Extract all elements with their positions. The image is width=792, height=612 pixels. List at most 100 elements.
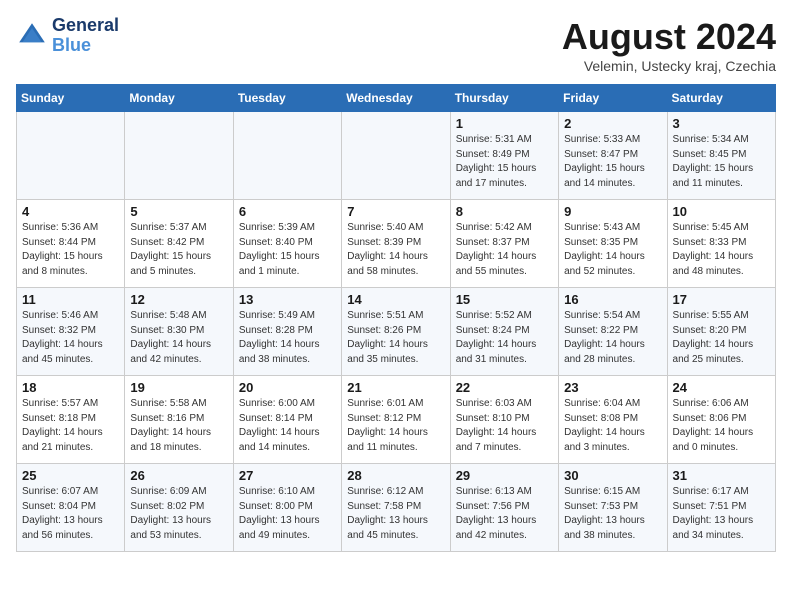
calendar-cell (342, 112, 450, 200)
day-number: 4 (22, 204, 119, 219)
day-info: Sunrise: 6:04 AMSunset: 8:08 PMDaylight:… (564, 397, 661, 455)
day-number: 29 (456, 468, 553, 483)
weekday-header: Tuesday (233, 85, 341, 112)
month-year: August 2024 (562, 16, 776, 58)
day-number: 24 (673, 380, 770, 395)
calendar-cell: 2 Sunrise: 5:33 AMSunset: 8:47 PMDaylight… (559, 112, 667, 200)
day-number: 16 (564, 292, 661, 307)
day-number: 5 (130, 204, 227, 219)
calendar-week-row: 1 Sunrise: 5:31 AMSunset: 8:49 PMDaylight… (17, 112, 776, 200)
day-info: Sunrise: 5:45 AMSunset: 8:33 PMDaylight:… (673, 221, 770, 279)
day-number: 2 (564, 116, 661, 131)
day-number: 21 (347, 380, 444, 395)
calendar-cell: 22 Sunrise: 6:03 AMSunset: 8:10 PMDayligh… (450, 376, 558, 464)
calendar-week-row: 11 Sunrise: 5:46 AMSunset: 8:32 PMDayligh… (17, 288, 776, 376)
calendar-cell: 1 Sunrise: 5:31 AMSunset: 8:49 PMDaylight… (450, 112, 558, 200)
day-info: Sunrise: 6:17 AMSunset: 7:51 PMDaylight:… (673, 485, 770, 543)
day-info: Sunrise: 5:57 AMSunset: 8:18 PMDaylight:… (22, 397, 119, 455)
calendar-table: SundayMondayTuesdayWednesdayThursdayFrid… (16, 84, 776, 552)
location: Velemin, Ustecky kraj, Czechia (562, 58, 776, 74)
calendar-cell: 29 Sunrise: 6:13 AMSunset: 7:56 PMDayligh… (450, 464, 558, 552)
day-info: Sunrise: 5:31 AMSunset: 8:49 PMDaylight:… (456, 133, 553, 191)
day-number: 15 (456, 292, 553, 307)
calendar-cell (233, 112, 341, 200)
day-info: Sunrise: 5:48 AMSunset: 8:30 PMDaylight:… (130, 309, 227, 367)
calendar-cell: 13Sunrise: 5:49 AMSunset: 8:28 PMDayligh… (233, 288, 341, 376)
day-number: 31 (673, 468, 770, 483)
day-number: 30 (564, 468, 661, 483)
calendar-cell: 28 Sunrise: 6:12 AMSunset: 7:58 PMDayligh… (342, 464, 450, 552)
day-number: 17 (673, 292, 770, 307)
calendar-cell: 19Sunrise: 5:58 AMSunset: 8:16 PMDayligh… (125, 376, 233, 464)
calendar-cell: 4 Sunrise: 5:36 AMSunset: 8:44 PMDaylight… (17, 200, 125, 288)
day-number: 10 (673, 204, 770, 219)
day-info: Sunrise: 5:51 AMSunset: 8:26 PMDaylight:… (347, 309, 444, 367)
calendar-cell: 25 Sunrise: 6:07 AMSunset: 8:04 PMDayligh… (17, 464, 125, 552)
day-info: Sunrise: 6:01 AMSunset: 8:12 PMDaylight:… (347, 397, 444, 455)
day-info: Sunrise: 5:52 AMSunset: 8:24 PMDaylight:… (456, 309, 553, 367)
calendar-week-row: 4 Sunrise: 5:36 AMSunset: 8:44 PMDaylight… (17, 200, 776, 288)
calendar-cell: 11 Sunrise: 5:46 AMSunset: 8:32 PMDayligh… (17, 288, 125, 376)
day-number: 18 (22, 380, 119, 395)
weekday-header: Monday (125, 85, 233, 112)
day-number: 27 (239, 468, 336, 483)
day-info: Sunrise: 5:36 AMSunset: 8:44 PMDaylight:… (22, 221, 119, 279)
day-info: Sunrise: 5:58 AMSunset: 8:16 PMDaylight:… (130, 397, 227, 455)
calendar-cell: 12 Sunrise: 5:48 AMSunset: 8:30 PMDayligh… (125, 288, 233, 376)
calendar-cell: 23 Sunrise: 6:04 AMSunset: 8:08 PMDayligh… (559, 376, 667, 464)
calendar-cell: 6Sunrise: 5:39 AMSunset: 8:40 PMDaylight… (233, 200, 341, 288)
day-info: Sunrise: 6:13 AMSunset: 7:56 PMDaylight:… (456, 485, 553, 543)
calendar-cell (125, 112, 233, 200)
day-number: 3 (673, 116, 770, 131)
weekday-header: Wednesday (342, 85, 450, 112)
day-info: Sunrise: 6:09 AMSunset: 8:02 PMDaylight:… (130, 485, 227, 543)
day-info: Sunrise: 5:54 AMSunset: 8:22 PMDaylight:… (564, 309, 661, 367)
calendar-week-row: 18 Sunrise: 5:57 AMSunset: 8:18 PMDayligh… (17, 376, 776, 464)
day-info: Sunrise: 6:07 AMSunset: 8:04 PMDaylight:… (22, 485, 119, 543)
day-info: Sunrise: 6:15 AMSunset: 7:53 PMDaylight:… (564, 485, 661, 543)
calendar-header-row: SundayMondayTuesdayWednesdayThursdayFrid… (17, 85, 776, 112)
day-info: Sunrise: 5:43 AMSunset: 8:35 PMDaylight:… (564, 221, 661, 279)
calendar-cell: 30 Sunrise: 6:15 AMSunset: 7:53 PMDayligh… (559, 464, 667, 552)
day-info: Sunrise: 6:00 AMSunset: 8:14 PMDaylight:… (239, 397, 336, 455)
day-number: 11 (22, 292, 119, 307)
day-number: 22 (456, 380, 553, 395)
calendar-cell: 27 Sunrise: 6:10 AMSunset: 8:00 PMDayligh… (233, 464, 341, 552)
calendar-cell: 9Sunrise: 5:43 AMSunset: 8:35 PMDaylight… (559, 200, 667, 288)
day-number: 1 (456, 116, 553, 131)
day-info: Sunrise: 5:49 AMSunset: 8:28 PMDaylight:… (239, 309, 336, 367)
page-header: General Blue August 2024 Velemin, Usteck… (16, 16, 776, 74)
calendar-cell: 10 Sunrise: 5:45 AMSunset: 8:33 PMDayligh… (667, 200, 775, 288)
calendar-cell: 21 Sunrise: 6:01 AMSunset: 8:12 PMDayligh… (342, 376, 450, 464)
day-info: Sunrise: 6:12 AMSunset: 7:58 PMDaylight:… (347, 485, 444, 543)
calendar-cell: 3Sunrise: 5:34 AMSunset: 8:45 PMDaylight… (667, 112, 775, 200)
weekday-header: Thursday (450, 85, 558, 112)
calendar-cell: 17 Sunrise: 5:55 AMSunset: 8:20 PMDayligh… (667, 288, 775, 376)
day-info: Sunrise: 5:55 AMSunset: 8:20 PMDaylight:… (673, 309, 770, 367)
day-number: 23 (564, 380, 661, 395)
calendar-cell: 15 Sunrise: 5:52 AMSunset: 8:24 PMDayligh… (450, 288, 558, 376)
day-number: 14 (347, 292, 444, 307)
day-number: 25 (22, 468, 119, 483)
day-number: 28 (347, 468, 444, 483)
day-number: 12 (130, 292, 227, 307)
day-info: Sunrise: 5:46 AMSunset: 8:32 PMDaylight:… (22, 309, 119, 367)
day-info: Sunrise: 5:33 AMSunset: 8:47 PMDaylight:… (564, 133, 661, 191)
weekday-header: Sunday (17, 85, 125, 112)
calendar-cell: 18 Sunrise: 5:57 AMSunset: 8:18 PMDayligh… (17, 376, 125, 464)
weekday-header: Saturday (667, 85, 775, 112)
day-info: Sunrise: 6:03 AMSunset: 8:10 PMDaylight:… (456, 397, 553, 455)
calendar-cell: 24Sunrise: 6:06 AMSunset: 8:06 PMDayligh… (667, 376, 775, 464)
logo: General Blue (16, 16, 119, 56)
day-info: Sunrise: 6:10 AMSunset: 8:00 PMDaylight:… (239, 485, 336, 543)
calendar-cell: 16 Sunrise: 5:54 AMSunset: 8:22 PMDayligh… (559, 288, 667, 376)
day-number: 7 (347, 204, 444, 219)
day-info: Sunrise: 5:42 AMSunset: 8:37 PMDaylight:… (456, 221, 553, 279)
calendar-cell: 8 Sunrise: 5:42 AMSunset: 8:37 PMDaylight… (450, 200, 558, 288)
logo-text: General Blue (52, 16, 119, 56)
calendar-cell: 26Sunrise: 6:09 AMSunset: 8:02 PMDayligh… (125, 464, 233, 552)
day-info: Sunrise: 5:40 AMSunset: 8:39 PMDaylight:… (347, 221, 444, 279)
calendar-cell: 14 Sunrise: 5:51 AMSunset: 8:26 PMDayligh… (342, 288, 450, 376)
day-number: 8 (456, 204, 553, 219)
calendar-cell: 5Sunrise: 5:37 AMSunset: 8:42 PMDaylight… (125, 200, 233, 288)
